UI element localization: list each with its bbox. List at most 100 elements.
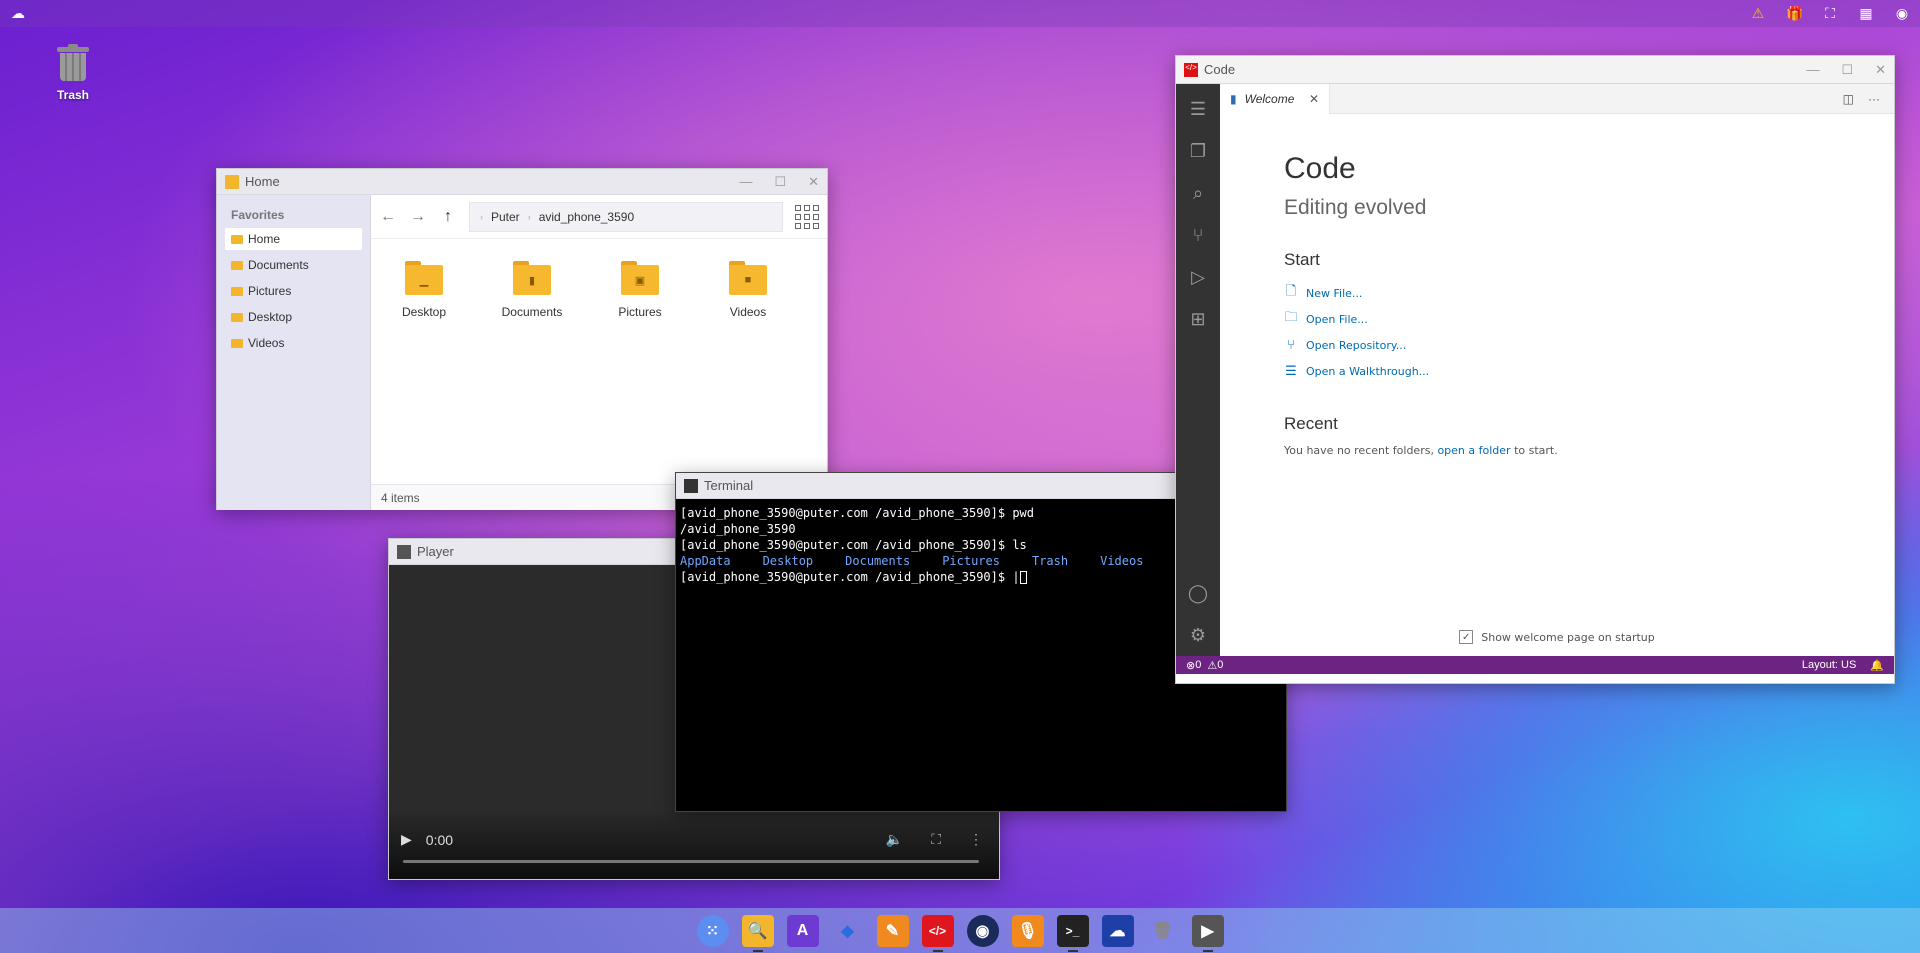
user-icon[interactable]: ◉ <box>1894 5 1910 22</box>
recorder-app-icon[interactable]: 🎙 <box>1011 914 1044 947</box>
layout-indicator[interactable]: Layout: US <box>1802 659 1856 672</box>
ls-item: Pictures <box>942 554 1000 568</box>
error-count[interactable]: 0 <box>1195 659 1201 671</box>
player-app-icon[interactable]: ▶ <box>1191 914 1224 952</box>
open-file-link[interactable]: 🗀 Open File... <box>1284 306 1830 332</box>
trash-icon <box>57 44 89 82</box>
play-icon[interactable]: ▶ <box>401 831 412 848</box>
welcome-subheading: Editing evolved <box>1284 196 1427 219</box>
errors-icon[interactable]: ⊗ <box>1186 659 1195 672</box>
more-icon[interactable]: ⋮ <box>969 831 983 848</box>
breadcrumb-item[interactable]: avid_phone_3590 <box>539 210 634 224</box>
minimize-button[interactable]: — <box>1806 62 1819 78</box>
terminal-app-icon[interactable]: >_ <box>1056 914 1089 952</box>
fullscreen-icon[interactable]: ⛶ <box>1822 5 1838 22</box>
folder-icon <box>231 312 243 322</box>
pictures-folder-icon: ▣ <box>621 261 659 295</box>
paint-app-icon[interactable]: ✎ <box>876 914 909 947</box>
file-label: Documents <box>501 305 563 319</box>
more-actions-icon[interactable]: ··· <box>1868 92 1880 106</box>
home-window: Home — ☐ ✕ Favorites Home Documents Pictur… <box>216 168 828 510</box>
show-welcome-checkbox[interactable]: ✓ <box>1459 630 1474 644</box>
settings-gear-icon[interactable]: ⚙ <box>1183 620 1213 650</box>
split-editor-icon[interactable]: ◫ <box>1843 92 1854 106</box>
camera-app-icon[interactable]: ◉ <box>966 914 999 947</box>
search-icon[interactable]: ⌕ <box>1183 178 1213 208</box>
repository-icon: ⑂ <box>1287 337 1295 353</box>
sidebar-item-label: Pictures <box>248 284 292 298</box>
terminal-icon <box>684 478 698 493</box>
file-item[interactable]: ▁ Desktop <box>385 261 463 462</box>
activity-bar: ☰ ❐ ⌕ ⑂ ▷ ⊞ ◯ ⚙ <box>1176 84 1220 656</box>
puter-logo-icon[interactable]: ☁ <box>10 5 26 22</box>
link-label: Open a Walkthrough... <box>1306 364 1430 378</box>
videos-folder-icon: ■ <box>729 261 767 295</box>
code-titlebar[interactable]: </> Code — ☐ ✕ <box>1176 56 1894 84</box>
breadcrumb-item[interactable]: Puter <box>491 210 520 224</box>
ls-item: Desktop <box>762 554 814 568</box>
home-titlebar[interactable]: Home — ☐ ✕ <box>217 169 827 195</box>
up-arrow-icon[interactable]: ↑ <box>439 208 457 226</box>
sidebar-item-desktop[interactable]: Desktop <box>225 306 362 328</box>
gift-icon[interactable]: 🎁 <box>1786 5 1803 22</box>
show-welcome-toggle: ✓ Show welcome page on startup <box>1220 630 1894 644</box>
fullscreen-icon[interactable]: ⛶ <box>931 831 941 848</box>
open-walkthrough-link[interactable]: ☰ Open a Walkthrough... <box>1284 358 1830 384</box>
run-debug-icon[interactable]: ▷ <box>1183 262 1213 292</box>
welcome-tab-icon: ▮ <box>1230 91 1237 106</box>
text-editor-app-icon[interactable]: A <box>786 914 819 947</box>
terminal-prompt: [avid_phone_3590@puter.com /avid_phone_3… <box>680 570 1020 584</box>
close-tab-icon[interactable]: ✕ <box>1309 92 1319 106</box>
file-item[interactable]: ▮ Documents <box>493 261 571 462</box>
walkthrough-icon: ☰ <box>1285 363 1297 379</box>
warning-count[interactable]: 0 <box>1217 659 1223 671</box>
tab-welcome[interactable]: ▮ Welcome ✕ <box>1220 83 1330 114</box>
maximize-button[interactable]: ☐ <box>1841 62 1853 78</box>
sidebar-item-home[interactable]: Home <box>225 228 362 250</box>
file-item[interactable]: ▣ Pictures <box>601 261 679 462</box>
menu-icon[interactable]: ☰ <box>1183 94 1213 124</box>
files-app-icon[interactable]: 🔍 <box>741 914 774 952</box>
account-icon[interactable]: ◯ <box>1183 578 1213 608</box>
desktop-trash[interactable]: Trash <box>34 44 112 102</box>
video-progress-bar[interactable] <box>403 860 979 863</box>
warnings-icon[interactable]: ⚠ <box>1207 659 1217 672</box>
open-repository-link[interactable]: ⑂ Open Repository... <box>1284 332 1830 358</box>
minimize-button[interactable]: — <box>739 174 752 190</box>
source-control-icon[interactable]: ⑂ <box>1183 220 1213 250</box>
view-grid-icon[interactable] <box>795 204 819 229</box>
bell-icon[interactable]: 🔔 <box>1870 659 1884 672</box>
open-folder-link[interactable]: open a folder <box>1437 444 1510 457</box>
link-label: Open File... <box>1306 312 1368 326</box>
puter-app-icon[interactable]: ☁ <box>1101 914 1134 947</box>
favorites-heading: Favorites <box>231 208 285 222</box>
video-controls: ▶ 0:00 🔈 ⛶ ⋮ <box>389 809 999 879</box>
sidebar-item-videos[interactable]: Videos <box>225 332 362 354</box>
sidebar-item-label: Home <box>248 232 281 246</box>
blocks-app-icon[interactable]: ◆ <box>832 915 864 947</box>
explorer-icon[interactable]: ❐ <box>1183 136 1213 166</box>
sidebar-item-label: Desktop <box>248 310 293 324</box>
apps-grid-icon[interactable]: ⁙ <box>696 914 729 947</box>
maximize-button[interactable]: ☐ <box>774 174 786 190</box>
qr-icon[interactable]: ▦ <box>1858 5 1874 22</box>
extensions-icon[interactable]: ⊞ <box>1183 304 1213 334</box>
sidebar: Favorites Home Documents Pictures Deskto… <box>217 195 371 510</box>
volume-icon[interactable]: 🔈 <box>886 831 903 848</box>
sidebar-item-label: Videos <box>248 336 285 350</box>
close-button[interactable]: ✕ <box>1875 62 1886 78</box>
code-app-icon[interactable]: </> <box>921 914 954 952</box>
file-item[interactable]: ■ Videos <box>709 261 787 462</box>
trash-app-icon[interactable]: 🗑 <box>1147 915 1179 947</box>
close-button[interactable]: ✕ <box>808 174 819 190</box>
welcome-heading: Code <box>1284 152 1356 185</box>
sidebar-item-documents[interactable]: Documents <box>225 254 362 276</box>
forward-arrow-icon[interactable]: → <box>409 208 427 226</box>
sidebar-item-pictures[interactable]: Pictures <box>225 280 362 302</box>
code-title: Code <box>1204 62 1236 77</box>
desktop-trash-label: Trash <box>56 88 89 102</box>
player-icon <box>397 544 411 559</box>
warning-icon[interactable]: ⚠ <box>1750 5 1766 22</box>
new-file-link[interactable]: 🗋 New File... <box>1284 280 1830 306</box>
back-arrow-icon[interactable]: ← <box>379 208 397 226</box>
